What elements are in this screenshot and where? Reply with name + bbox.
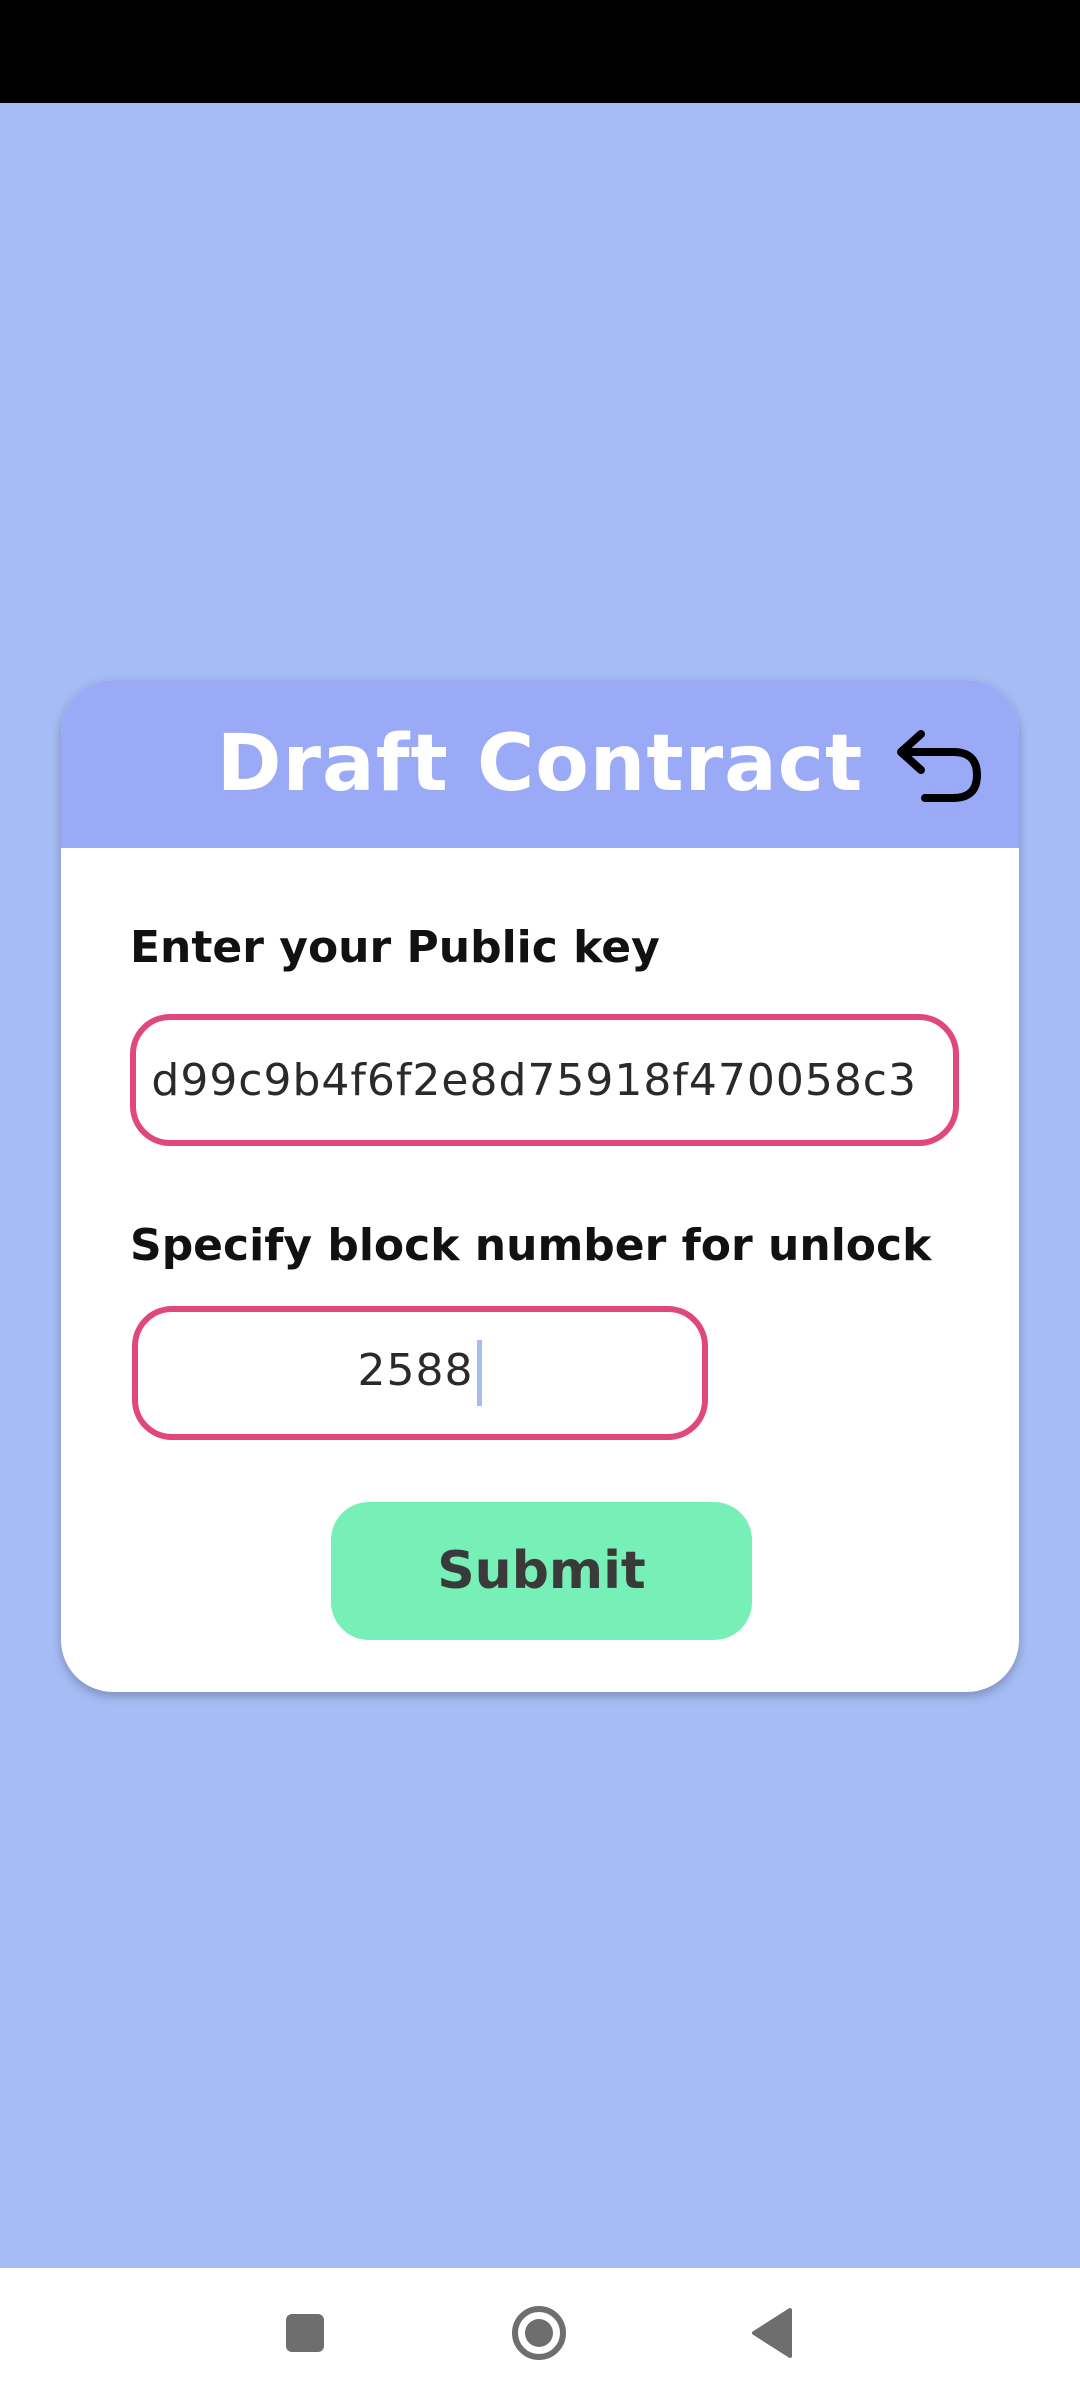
home-button[interactable]	[494, 2288, 584, 2378]
back-nav-button[interactable]	[728, 2288, 818, 2378]
draft-contract-card: Draft Contract Enter your Public key d99…	[61, 680, 1019, 1692]
block-number-input[interactable]: 2588	[132, 1306, 708, 1440]
circle-home-icon	[512, 2306, 566, 2360]
undo-arrow-icon	[897, 730, 981, 802]
system-nav-bar	[0, 2268, 1080, 2400]
triangle-back-icon	[752, 2308, 792, 2358]
public-key-input[interactable]: d99c9b4f6f2e8d75918f470058c3	[130, 1014, 959, 1146]
page-title: Draft Contract	[216, 719, 864, 809]
text-cursor	[477, 1340, 483, 1406]
back-button[interactable]	[891, 720, 991, 810]
block-number-field-content: 2588	[138, 1340, 702, 1406]
public-key-label: Enter your Public key	[130, 922, 660, 973]
submit-button[interactable]: Submit	[331, 1502, 752, 1640]
status-bar	[0, 0, 1080, 103]
block-number-label: Specify block number for unlock	[130, 1220, 932, 1271]
public-key-value: d99c9b4f6f2e8d75918f470058c3	[151, 1054, 917, 1106]
recents-button[interactable]	[260, 2288, 350, 2378]
square-icon	[286, 2314, 324, 2352]
block-number-value: 2588	[357, 1345, 474, 1396]
